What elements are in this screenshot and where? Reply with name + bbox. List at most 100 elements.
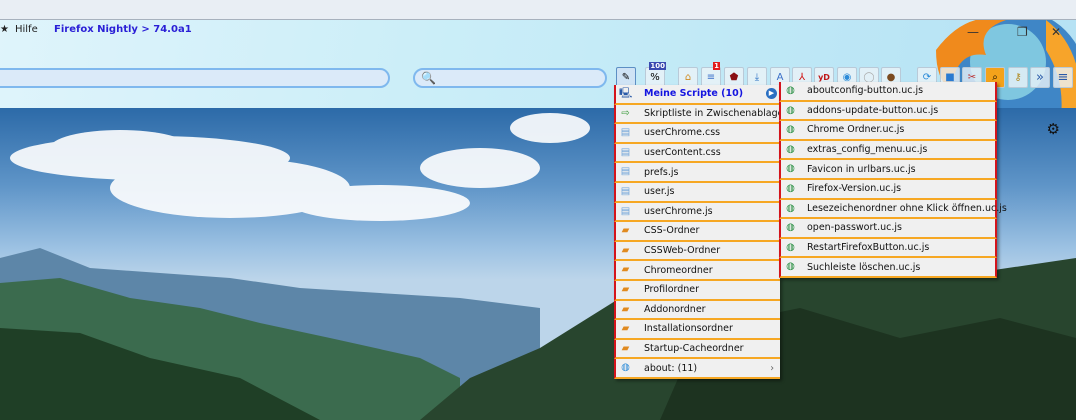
menu-item-label: Installationsordner <box>644 323 733 335</box>
shield-icon: ⬟ <box>729 72 739 83</box>
menu-item[interactable]: ▤ prefs.js <box>614 163 780 183</box>
script-item-label: Chrome Ordner.uc.js <box>807 124 905 136</box>
yd-icon: yD <box>818 73 830 82</box>
script-item[interactable]: ◍ extras_config_menu.uc.js <box>779 140 997 161</box>
folder-icon: ▰ <box>621 225 630 237</box>
menu-item-label: CSS-Ordner <box>644 225 700 237</box>
menu-item-label: user.js <box>644 186 675 198</box>
download-icon: ⤓ <box>754 72 760 83</box>
chevron-right-icon: › <box>770 362 774 374</box>
bookmark-star-icon: ★ <box>0 24 9 35</box>
menu-item[interactable]: ▰ Startup-Cacheordner <box>614 339 780 360</box>
menu-item-label: Startup-Cacheordner <box>644 343 744 355</box>
export-icon: ⇨ <box>621 107 630 119</box>
menu-item-label: Profilordner <box>644 284 700 296</box>
script-item-label: Favicon in urlbars.uc.js <box>807 163 916 175</box>
menu-item[interactable]: ◍ about: (11) › <box>614 359 780 379</box>
script-item[interactable]: ◍ Lesezeichenordner ohne Klick öffnen.uc.… <box>779 199 1007 220</box>
minimize-button[interactable]: — <box>967 25 979 39</box>
file-icon: ▤ <box>620 185 631 197</box>
script-globe-icon: ◍ <box>786 104 795 116</box>
menu-item[interactable]: ▰ Addonordner <box>614 300 780 321</box>
app-menu-button[interactable]: ≡ <box>1053 67 1073 88</box>
script-item[interactable]: ◍ RestartFirefoxButton.uc.js <box>779 238 997 259</box>
chevron-right-icon: » <box>1036 70 1044 85</box>
percent-icon: % <box>650 72 660 83</box>
menu-item-label: userContent.css <box>644 147 721 159</box>
script-item-label: extras_config_menu.uc.js <box>807 144 928 156</box>
computer-icon: 🖳 <box>619 88 633 99</box>
overflow-button[interactable]: » <box>1030 67 1050 88</box>
scripts-submenu: ◍ aboutconfig-button.uc.js ◍ addons-update-… <box>779 82 1007 278</box>
script-item[interactable]: ◍ Suchleiste löschen.uc.js <box>779 258 997 278</box>
script-item[interactable]: ◍ Chrome Ordner.uc.js <box>779 121 997 141</box>
script-globe-icon: ◍ <box>786 261 795 273</box>
folder-icon: ▰ <box>621 283 630 295</box>
script-item-label: Firefox-Version.uc.js <box>807 183 902 195</box>
script-globe-icon: ◍ <box>786 124 795 136</box>
file-icon: ▤ <box>620 146 631 158</box>
folder-icon: ▰ <box>621 323 630 335</box>
script-item[interactable]: ◍ aboutconfig-button.uc.js <box>779 82 997 102</box>
folder-icon: ▰ <box>621 264 630 276</box>
script-item-label: open-passwort.uc.js <box>807 222 902 234</box>
folder-icon: ▰ <box>621 342 630 354</box>
menu-item[interactable]: ▤ userChrome.js <box>614 202 780 223</box>
menu-item[interactable]: 🖳 Meine Scripte (10) ▶ <box>614 85 780 105</box>
script-item[interactable]: ◍ Firefox-Version.uc.js <box>779 179 997 200</box>
file-icon: ▤ <box>620 166 631 178</box>
menu-item-label: Meine Scripte (10) <box>644 88 744 100</box>
url-input[interactable] <box>0 68 390 88</box>
hamburger-icon: ≡ <box>1057 70 1069 85</box>
script-globe-icon: ◍ <box>786 182 795 194</box>
script-globe-icon: ◍ <box>786 143 795 155</box>
key-icon: ⚷ <box>1014 72 1022 83</box>
globe-icon: ◍ <box>621 362 630 374</box>
pencil-icon: ✎ <box>621 72 631 83</box>
script-item[interactable]: ◍ addons-update-button.uc.js <box>779 101 997 122</box>
menu-item[interactable]: ▤ userContent.css <box>614 143 780 164</box>
script-globe-icon: ◍ <box>786 163 795 175</box>
script-item-label: Lesezeichenordner ohne Klick öffnen.uc.j… <box>807 202 1007 214</box>
script-globe-icon: ◍ <box>786 202 795 214</box>
search-input[interactable]: 🔍 <box>413 68 607 88</box>
menu-item-label: CSSWeb-Ordner <box>644 245 721 257</box>
browser-version-title: Firefox Nightly > 74.0a1 <box>54 24 192 35</box>
stack-icon: ≡ <box>706 72 716 83</box>
submenu-arrow-icon: ▶ <box>766 88 777 99</box>
restore-button[interactable]: ❐ <box>1017 25 1028 39</box>
script-globe-icon: ◍ <box>786 222 795 234</box>
menu-item[interactable]: ▰ CSSWeb-Ordner <box>614 241 780 262</box>
script-item[interactable]: ◍ open-passwort.uc.js <box>779 219 997 239</box>
menu-item[interactable]: ▰ Profilordner <box>614 280 780 301</box>
menu-item[interactable]: ▰ Chromeordner <box>614 261 780 281</box>
menu-item-label: about: (11) <box>644 362 698 374</box>
file-icon: ▤ <box>620 127 631 139</box>
menu-item-label: Skriptliste in Zwischenablage <box>644 107 784 119</box>
count-badge: 100 <box>649 62 666 70</box>
gear-icon[interactable]: ⚙ <box>1047 120 1060 138</box>
script-globe-icon: ◍ <box>786 85 795 96</box>
file-icon: ▤ <box>620 205 631 217</box>
scripts-menu: 🖳 Meine Scripte (10) ▶ ⇨ Skriptliste in Zwis… <box>614 85 784 379</box>
tab-strip <box>0 0 1076 20</box>
menu-item-label: Addonordner <box>644 303 706 315</box>
script-globe-icon: ◍ <box>786 241 795 253</box>
script-item-label: Suchleiste löschen.uc.js <box>807 261 921 273</box>
menu-item-label: userChrome.js <box>644 205 713 217</box>
close-button[interactable]: ✕ <box>1051 25 1061 39</box>
script-item-label: addons-update-button.uc.js <box>807 104 939 116</box>
menu-item[interactable]: ⇨ Skriptliste in Zwischenablage <box>614 104 784 125</box>
notification-badge: 1 <box>713 62 720 70</box>
menu-help[interactable]: Hilfe <box>15 24 38 35</box>
menu-item[interactable]: ▤ userChrome.css <box>614 124 780 144</box>
script-item-label: RestartFirefoxButton.uc.js <box>807 242 930 254</box>
folder-icon: ▰ <box>621 303 630 315</box>
menu-item[interactable]: ▰ CSS-Ordner <box>614 222 780 242</box>
password-button[interactable]: ⚷ <box>1008 67 1028 88</box>
script-item[interactable]: ◍ Favicon in urlbars.uc.js <box>779 160 997 180</box>
menu-item[interactable]: ▰ Installationsordner <box>614 320 780 340</box>
menu-item[interactable]: ▤ user.js <box>614 182 780 203</box>
menu-item-label: prefs.js <box>644 166 679 178</box>
menu-item-label: Chromeordner <box>644 264 713 276</box>
